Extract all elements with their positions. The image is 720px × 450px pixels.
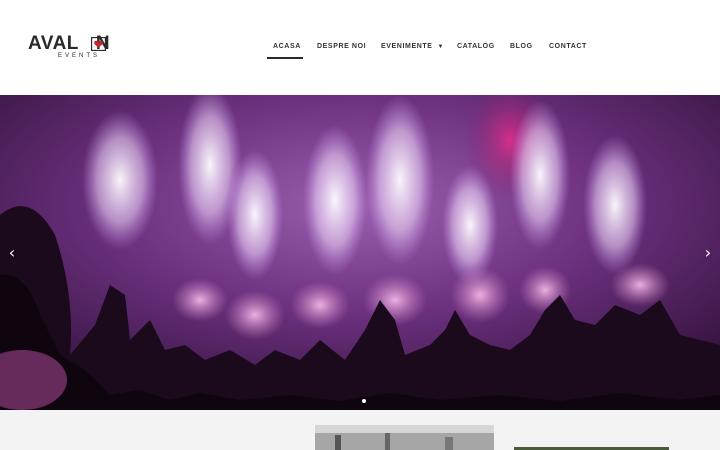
slider-prev-button[interactable]: ‹ xyxy=(5,244,19,262)
hero-slider: ‹ › xyxy=(0,95,720,410)
event-thumbnail-1[interactable] xyxy=(315,425,494,450)
chevron-right-icon: › xyxy=(704,243,712,262)
nav-item-catalog[interactable]: CATALOG xyxy=(457,41,495,53)
nav-item-contact[interactable]: CONTACT xyxy=(549,41,587,53)
main-nav: ACASA DESPRE NOI EVENIMENTE ▼ CATALOG BLO… xyxy=(0,41,720,55)
nav-item-evenimente[interactable]: EVENIMENTE ▼ xyxy=(381,41,444,53)
thumbnail-image-1 xyxy=(315,425,494,450)
slider-dot-1[interactable] xyxy=(362,399,366,403)
slider-dots xyxy=(356,399,372,405)
nav-item-evenimente-label: EVENIMENTE xyxy=(381,43,433,50)
nav-item-blog[interactable]: BLOG xyxy=(510,41,533,53)
hero-image xyxy=(0,95,720,410)
active-nav-indicator xyxy=(267,57,303,59)
nav-item-acasa[interactable]: ACASA xyxy=(273,41,301,53)
site-header: AVAL N EVENTS ACASA DESPRE NOI EVENIMENTE… xyxy=(0,0,720,95)
nav-item-despre-noi[interactable]: DESPRE NOI xyxy=(317,41,366,53)
caret-down-icon: ▼ xyxy=(437,44,445,50)
slider-next-button[interactable]: › xyxy=(701,244,715,262)
chevron-left-icon: ‹ xyxy=(8,243,16,262)
